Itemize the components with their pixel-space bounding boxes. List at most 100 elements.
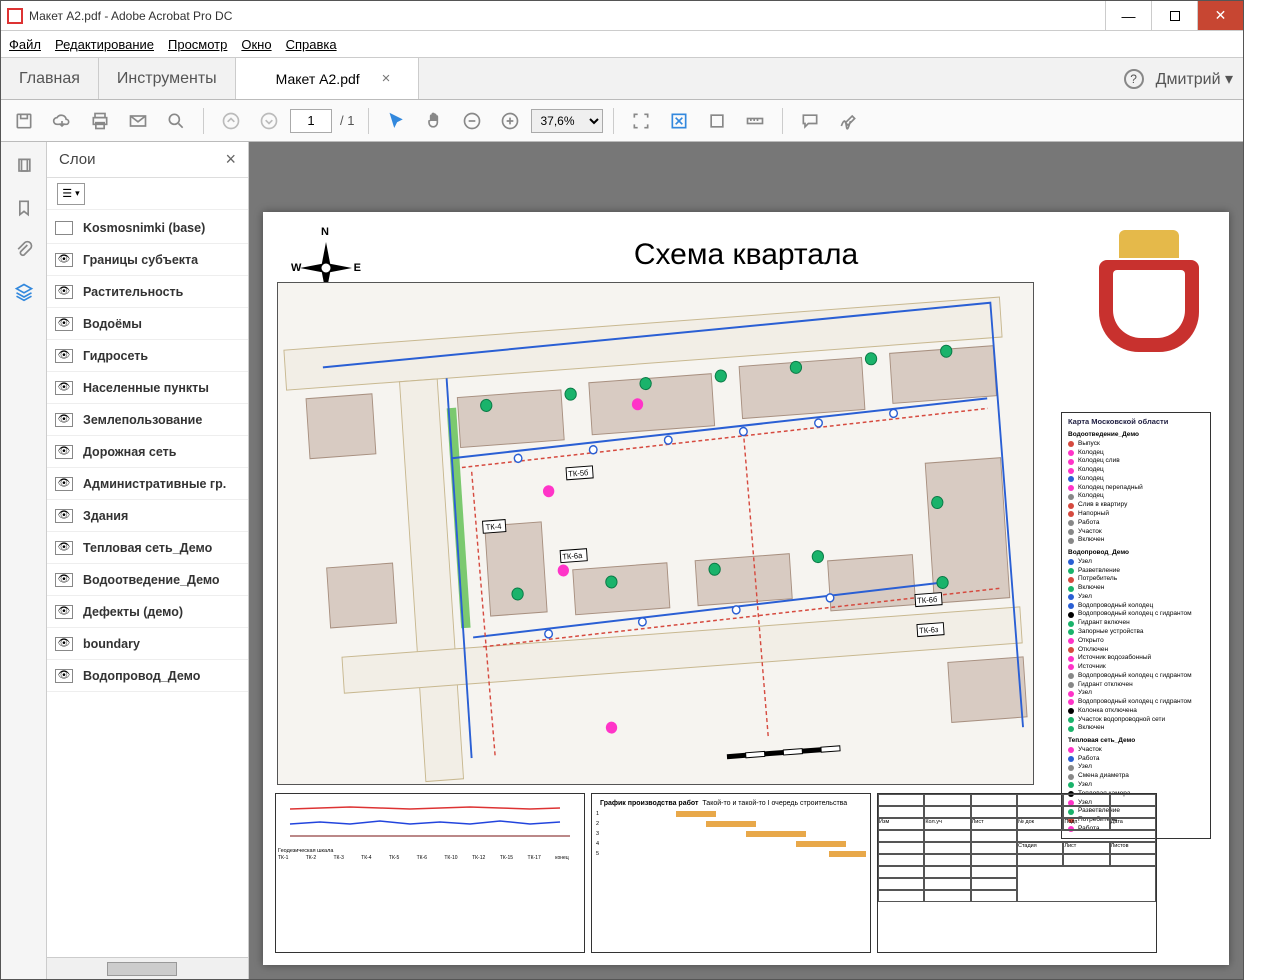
close-button[interactable]: ✕ (1197, 1, 1243, 30)
help-icon[interactable]: ? (1124, 69, 1144, 89)
layer-name: Растительность (83, 285, 183, 299)
layer-item[interactable]: 👁 Дефекты (демо) (47, 596, 248, 628)
layers-options-icon[interactable]: ☰ (57, 183, 85, 205)
layer-name: Водоотведение_Демо (83, 573, 220, 587)
zoom-out-icon[interactable] (455, 104, 489, 138)
layer-item[interactable]: 👁 boundary (47, 628, 248, 660)
layer-item[interactable]: 👁 Здания (47, 500, 248, 532)
layer-item[interactable]: 👁Гидросеть (47, 340, 248, 372)
zoom-in-icon[interactable] (493, 104, 527, 138)
visibility-toggle[interactable]: 👁 (55, 349, 73, 363)
svg-text:ТК-5б: ТК-5б (568, 468, 589, 479)
tab-home[interactable]: Главная (1, 58, 99, 99)
layer-name: Kosmosnimki (base) (83, 221, 205, 235)
gantt-chart: График производства работ Такой-то и так… (591, 793, 871, 953)
layer-name: Водопровод_Демо (83, 669, 200, 683)
user-menu[interactable]: Дмитрий ▾ (1156, 69, 1233, 89)
minimize-button[interactable]: — (1105, 1, 1151, 30)
pointer-icon[interactable] (379, 104, 413, 138)
layer-item[interactable]: 👁 Водопровод_Демо (47, 660, 248, 692)
layer-item[interactable]: 👁 Водоёмы (47, 308, 248, 340)
visibility-toggle[interactable]: 👁 (55, 445, 73, 459)
layer-name: Дефекты (демо) (83, 605, 183, 619)
layer-item[interactable]: 👁 Растительность (47, 276, 248, 308)
cloud-icon[interactable] (45, 104, 79, 138)
layer-name: Административные гр. (83, 477, 226, 491)
maximize-button[interactable] (1151, 1, 1197, 30)
layers-title: Слои (59, 151, 225, 168)
layers-list: Kosmosnimki (base)👁Границы субъекта👁Раст… (47, 210, 248, 957)
fit-page-icon[interactable] (662, 104, 696, 138)
menu-help[interactable]: Справка (286, 37, 337, 52)
hand-icon[interactable] (417, 104, 451, 138)
layer-name: Тепловая сеть_Демо (83, 541, 212, 555)
visibility-toggle[interactable]: 👁 (55, 605, 73, 619)
visibility-toggle[interactable]: 👁 (55, 669, 73, 683)
visibility-toggle[interactable]: 👁 (55, 541, 73, 555)
visibility-toggle[interactable]: 👁 (55, 637, 73, 651)
window-title: Макет A2.pdf - Adobe Acrobat Pro DC (29, 9, 1105, 23)
layer-item[interactable]: Kosmosnimki (base) (47, 212, 248, 244)
visibility-toggle[interactable]: 👁 (55, 413, 73, 427)
mail-icon[interactable] (121, 104, 155, 138)
zoom-select[interactable]: 37,6% (531, 109, 603, 133)
toolbar: / 1 37,6% (1, 100, 1243, 142)
page-up-icon[interactable] (214, 104, 248, 138)
tab-tools[interactable]: Инструменты (99, 58, 236, 99)
page-total: / 1 (340, 113, 354, 128)
print-icon[interactable] (83, 104, 117, 138)
menu-view[interactable]: Просмотр (168, 37, 227, 52)
profile-chart: Геодезическая шкала ТК-1ТК-2ТК-3ТК-4ТК-5… (275, 793, 585, 953)
measure-icon[interactable] (738, 104, 772, 138)
layers-close-icon[interactable]: × (225, 149, 236, 170)
sign-icon[interactable] (831, 104, 865, 138)
attachments-icon[interactable] (10, 236, 38, 264)
layer-name: boundary (83, 637, 140, 651)
menu-edit[interactable]: Редактирование (55, 37, 154, 52)
layer-name: Водоёмы (83, 317, 142, 331)
bottom-tables: Геодезическая шкала ТК-1ТК-2ТК-3ТК-4ТК-5… (275, 793, 1217, 953)
visibility-toggle[interactable]: 👁 (55, 509, 73, 523)
map-title: Схема квартала (263, 238, 1229, 272)
visibility-toggle[interactable]: 👁 (55, 253, 73, 267)
map-canvas: ТК-4 ТК-5б ТК-6а ТК-6б ТК-6з (277, 282, 1034, 785)
bookmarks-icon[interactable] (10, 194, 38, 222)
fit-width-icon[interactable] (624, 104, 658, 138)
visibility-toggle[interactable]: 👁 (55, 285, 73, 299)
layers-scrollbar[interactable] (47, 957, 248, 979)
layer-item[interactable]: 👁Землепользование (47, 404, 248, 436)
layer-item[interactable]: 👁Границы субъекта (47, 244, 248, 276)
fullscreen-icon[interactable] (700, 104, 734, 138)
thumbnails-icon[interactable] (10, 152, 38, 180)
layer-name: Здания (83, 509, 128, 523)
visibility-toggle[interactable]: 👁 (55, 317, 73, 331)
menubar: Файл Редактирование Просмотр Окно Справк… (1, 31, 1243, 57)
menu-window[interactable]: Окно (241, 37, 271, 52)
page-input[interactable] (290, 109, 332, 133)
document-area[interactable]: Схема квартала N S E W (249, 142, 1243, 979)
title-block: ИзмКол.учЛист№ докПодп.Дата СтадияЛистЛи… (877, 793, 1157, 953)
app-icon (7, 8, 23, 24)
pdf-page: Схема квартала N S E W (263, 212, 1229, 965)
legend: Карта Московской области Водоотведение_Д… (1061, 412, 1211, 839)
page-down-icon[interactable] (252, 104, 286, 138)
layer-item[interactable]: 👁 Тепловая сеть_Демо (47, 532, 248, 564)
visibility-toggle[interactable] (55, 221, 73, 235)
layers-panel: Слои × ☰ Kosmosnimki (base) 👁Границы субъ… (47, 142, 249, 979)
menu-file[interactable]: Файл (9, 37, 41, 52)
tab-close-icon[interactable]: × (382, 70, 391, 87)
comment-icon[interactable] (793, 104, 827, 138)
visibility-toggle[interactable]: 👁 (55, 381, 73, 395)
layer-item[interactable]: 👁 Административные гр. (47, 468, 248, 500)
layer-item[interactable]: 👁 Водоотведение_Демо (47, 564, 248, 596)
tab-document[interactable]: Макет A2.pdf × (236, 58, 420, 99)
layers-icon[interactable] (10, 278, 38, 306)
layer-item[interactable]: 👁Дорожная сеть (47, 436, 248, 468)
save-icon[interactable] (7, 104, 41, 138)
emblem-icon (1089, 230, 1209, 360)
search-icon[interactable] (159, 104, 193, 138)
visibility-toggle[interactable]: 👁 (55, 477, 73, 491)
visibility-toggle[interactable]: 👁 (55, 573, 73, 587)
layer-item[interactable]: 👁Населенные пункты (47, 372, 248, 404)
svg-text:ТК-6а: ТК-6а (562, 551, 583, 562)
